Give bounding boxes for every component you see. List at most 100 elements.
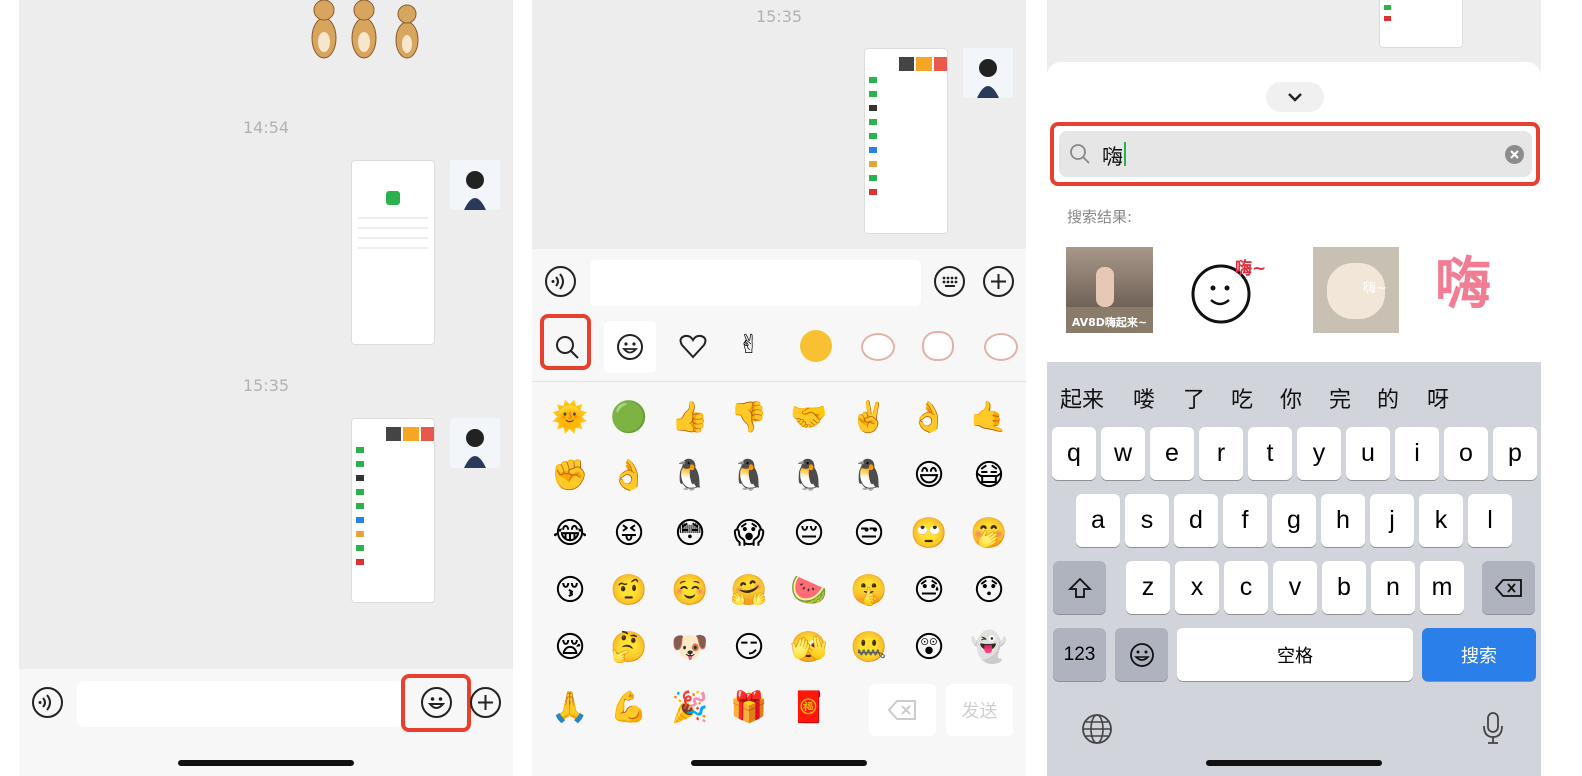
letter-key[interactable]: m <box>1420 561 1464 614</box>
emoji-item[interactable]: 🌞 <box>548 398 592 438</box>
emoji-item[interactable]: 😲 <box>907 628 951 668</box>
shift-key[interactable] <box>1053 561 1106 614</box>
plus-icon[interactable] <box>983 266 1014 297</box>
candidate-word[interactable]: 喽 <box>1133 382 1155 414</box>
emoji-item[interactable]: 🤔 <box>607 628 651 668</box>
candidate-word[interactable]: 起来 <box>1060 382 1104 414</box>
letter-key[interactable]: f <box>1223 494 1267 547</box>
letter-key[interactable]: r <box>1199 427 1243 480</box>
emoji-item[interactable]: 😔 <box>787 514 831 554</box>
emoji-item[interactable]: 👍 <box>668 398 712 438</box>
clear-icon[interactable] <box>1505 145 1524 164</box>
message-input[interactable] <box>590 260 921 306</box>
emoji-item[interactable]: 😚 <box>548 571 592 611</box>
search-field[interactable] <box>1059 131 1532 177</box>
numbers-key[interactable]: 123 <box>1053 628 1106 681</box>
candidate-word[interactable]: 完 <box>1329 382 1351 414</box>
letter-key[interactable]: d <box>1174 494 1218 547</box>
emoji-item[interactable]: 🤐 <box>847 628 891 668</box>
letter-key[interactable]: t <box>1248 427 1292 480</box>
backspace-key[interactable] <box>1482 561 1535 614</box>
letter-key[interactable]: y <box>1297 427 1341 480</box>
emoji-item[interactable]: 😪 <box>548 628 592 668</box>
emoji-item[interactable]: 🐧 <box>847 456 891 496</box>
emoji-item[interactable]: 😯 <box>967 571 1011 611</box>
result-sticker-1[interactable]: AV8D嗨起来~ <box>1066 247 1153 333</box>
voice-icon[interactable] <box>32 687 63 718</box>
emoji-item[interactable]: 👌 <box>907 398 951 438</box>
collapse-button[interactable] <box>1266 82 1324 112</box>
emoji-item[interactable]: 🤫 <box>847 571 891 611</box>
emoji-item[interactable]: 🤙 <box>967 398 1011 438</box>
tab-emoji-selected[interactable] <box>604 321 656 373</box>
screenshot-message-chatlist[interactable] <box>864 48 948 234</box>
letter-key[interactable]: v <box>1273 561 1317 614</box>
candidate-word[interactable]: 了 <box>1183 382 1205 414</box>
emoji-item[interactable]: 😱 <box>727 514 771 554</box>
emoji-item[interactable]: ☺️ <box>668 571 712 611</box>
emoji-item[interactable]: 💪 <box>607 688 651 728</box>
letter-key[interactable]: j <box>1370 494 1414 547</box>
emoji-item[interactable]: 🤗 <box>727 571 771 611</box>
letter-key[interactable]: i <box>1395 427 1439 480</box>
keyboard-icon[interactable] <box>934 266 965 297</box>
message-input[interactable] <box>77 681 403 727</box>
search-icon[interactable] <box>554 334 580 364</box>
emoji-item[interactable]: 🐧 <box>787 456 831 496</box>
letter-key[interactable]: u <box>1346 427 1390 480</box>
emoji-item[interactable]: 🐧 <box>727 456 771 496</box>
space-key[interactable]: 空格 <box>1177 628 1413 681</box>
emoji-item[interactable]: 😄 <box>907 456 951 496</box>
globe-icon[interactable] <box>1081 713 1113 749</box>
emoji-item[interactable]: 👌 <box>607 456 651 496</box>
emoji-item[interactable]: 🙄 <box>907 514 951 554</box>
result-sticker-2[interactable]: 嗨~ <box>1187 252 1287 334</box>
emoji-item[interactable]: 😷 <box>967 456 1011 496</box>
result-sticker-3[interactable]: 嗨~ <box>1313 247 1399 333</box>
screenshot-message-chatlist[interactable] <box>1379 0 1463 48</box>
dancing-dogs-sticker[interactable] <box>299 0 439 72</box>
search-input-value[interactable]: 嗨 <box>1102 141 1123 171</box>
letter-key[interactable]: e <box>1150 427 1194 480</box>
letter-key[interactable]: x <box>1175 561 1219 614</box>
emoji-item[interactable]: 😝 <box>607 514 651 554</box>
victory-hand-icon[interactable]: ✌ <box>738 330 760 360</box>
letter-key[interactable]: l <box>1468 494 1512 547</box>
letter-key[interactable]: q <box>1052 427 1096 480</box>
result-sticker-4[interactable]: 嗨 <box>1435 250 1491 320</box>
heart-icon[interactable] <box>679 333 707 363</box>
letter-key[interactable]: g <box>1272 494 1316 547</box>
letter-key[interactable]: b <box>1322 561 1366 614</box>
emoji-item[interactable]: 🎁 <box>727 688 771 728</box>
letter-key[interactable]: w <box>1101 427 1145 480</box>
plus-icon[interactable] <box>470 687 501 718</box>
letter-key[interactable]: c <box>1224 561 1268 614</box>
voice-icon[interactable] <box>545 266 576 297</box>
emoji-item[interactable]: ✌️ <box>847 398 891 438</box>
emoji-item[interactable]: 🐧 <box>668 456 712 496</box>
letter-key[interactable]: s <box>1125 494 1169 547</box>
candidate-word[interactable]: 你 <box>1280 382 1302 414</box>
letter-key[interactable]: o <box>1444 427 1488 480</box>
emoji-item[interactable]: 🐶 <box>668 628 712 668</box>
avatar[interactable] <box>450 418 500 468</box>
emoji-keyboard-key[interactable] <box>1115 628 1168 681</box>
emoji-item[interactable]: 😒 <box>847 514 891 554</box>
avatar[interactable] <box>963 48 1013 98</box>
search-key[interactable]: 搜索 <box>1422 628 1536 681</box>
letter-key[interactable]: z <box>1126 561 1170 614</box>
emoji-icon[interactable] <box>421 687 452 718</box>
emoji-item[interactable]: 😓 <box>907 571 951 611</box>
emoji-item[interactable]: 😳 <box>668 514 712 554</box>
screenshot-message-chatlist[interactable] <box>351 418 435 603</box>
face-sticker-icon[interactable] <box>800 330 832 362</box>
emoji-item[interactable]: ✊ <box>548 456 592 496</box>
cat-sticker-1[interactable] <box>861 333 895 361</box>
candidate-word[interactable]: 吃 <box>1231 382 1253 414</box>
emoji-item[interactable]: 🟢 <box>607 398 651 438</box>
letter-key[interactable]: k <box>1419 494 1463 547</box>
emoji-item[interactable]: 🧧 <box>787 688 831 728</box>
emoji-item[interactable]: 👎 <box>727 398 771 438</box>
emoji-item[interactable]: 😏 <box>727 628 771 668</box>
emoji-item[interactable]: 🫣 <box>787 628 831 668</box>
